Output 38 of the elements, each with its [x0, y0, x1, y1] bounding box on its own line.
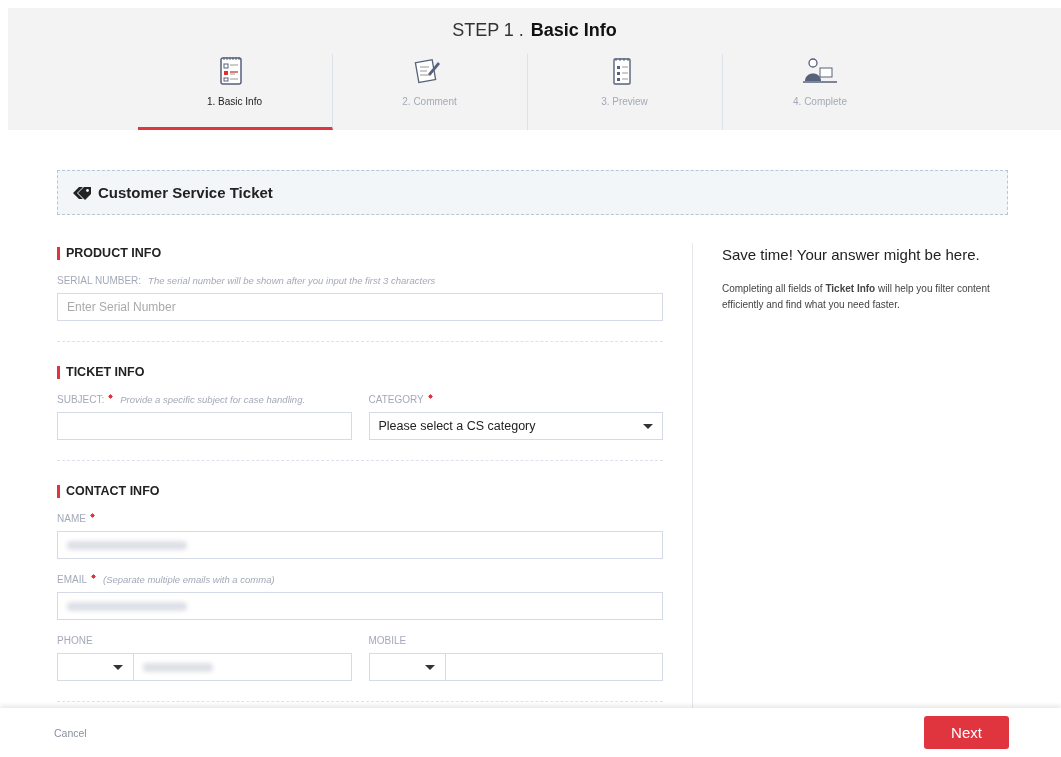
country-code-dropdown[interactable] [57, 653, 134, 681]
text-field[interactable] [57, 531, 663, 559]
text-field[interactable] [57, 412, 352, 440]
section-heading: TICKET INFO [57, 366, 663, 379]
step-label: STEP 1 . [452, 20, 524, 41]
help-title: Save time! Your answer might be here. [722, 246, 981, 263]
step-tab[interactable]: 2. Comment [332, 54, 528, 130]
field-hint: Provide a specific subject for case handling. [120, 394, 306, 405]
category-dropdown[interactable]: Please select a CS category [368, 412, 663, 440]
dropdown-value: Please select a CS category [378, 419, 537, 433]
field-label: SUBJECT: [57, 394, 105, 405]
section-heading: PRODUCT INFO [57, 247, 663, 260]
step-tab[interactable]: 3. Preview [527, 54, 723, 130]
section-heading: CONTACT INFO [57, 485, 663, 498]
step-title: Basic Info [530, 20, 617, 41]
field-label: EMAIL [57, 574, 87, 585]
field-label: NAME [57, 513, 86, 524]
next-button[interactable]: Next [924, 716, 1009, 749]
banner-title: Customer Service Ticket [98, 184, 273, 201]
field-label: SERIAL NUMBER: [57, 275, 142, 286]
text-field[interactable] [57, 592, 663, 620]
field-hint: (Separate multiple emails with a comma) [103, 574, 275, 585]
caret-icon [643, 423, 653, 429]
field-label: MOBILE [368, 635, 407, 646]
phone-field[interactable] [134, 653, 352, 681]
step-tab[interactable]: 1. Basic Info [137, 54, 333, 130]
cancel-link[interactable]: Cancel [54, 726, 87, 739]
field-label: CATEGORY [368, 394, 424, 405]
country-code-dropdown[interactable] [368, 653, 446, 681]
field-hint: The serial number will be shown after you input the first 3 characters [148, 275, 436, 286]
help-text: Completing all fields of Ticket Info will help you filter content efficiently and find what you need faster. [722, 282, 991, 312]
phone-field[interactable] [445, 653, 663, 681]
field-label: PHONE [57, 635, 93, 646]
tag-icon [72, 184, 92, 201]
caret-icon [113, 664, 123, 670]
text-field[interactable]: Enter Serial Number [57, 293, 663, 321]
caret-icon [424, 664, 435, 670]
step-tab[interactable]: 4. Complete [722, 54, 918, 130]
